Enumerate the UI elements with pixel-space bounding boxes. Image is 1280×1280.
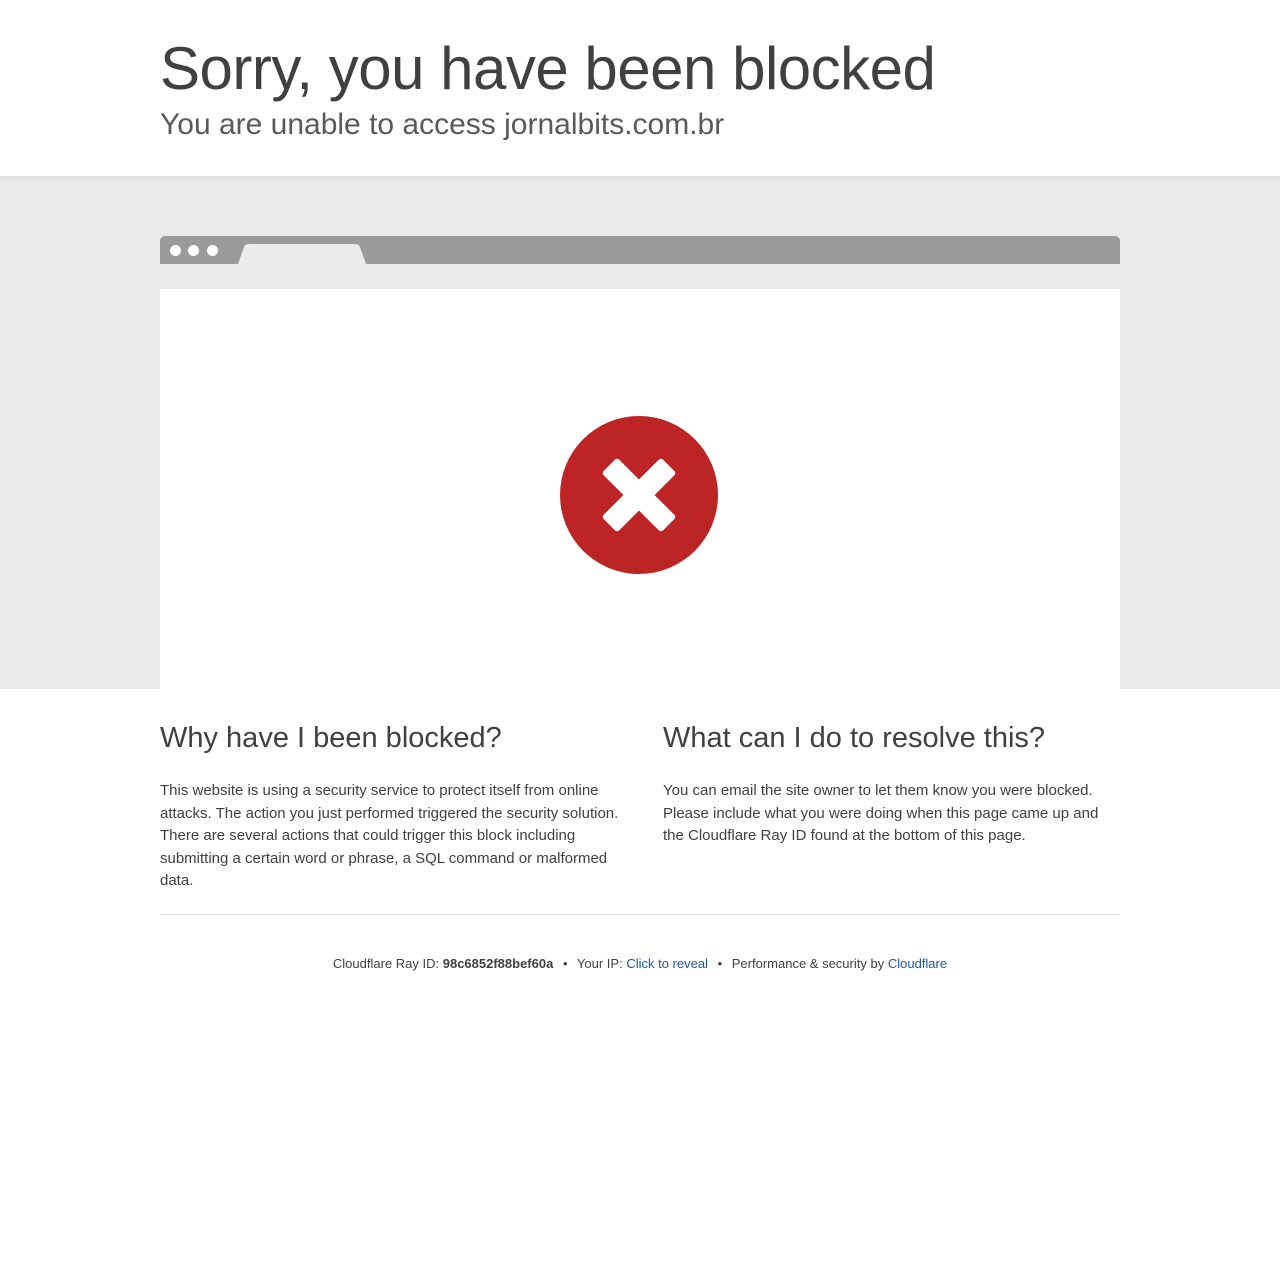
window-dot-icon bbox=[188, 245, 199, 256]
why-blocked-section: Why have I been blocked? This website is… bbox=[160, 718, 620, 893]
error-x-icon bbox=[560, 416, 718, 574]
resolve-text: You can email the site owner to let them… bbox=[663, 782, 1099, 844]
page-title: Sorry, you have been blocked bbox=[160, 35, 936, 102]
footer-separator: • bbox=[562, 956, 568, 971]
performance-label: Performance & security by bbox=[731, 956, 885, 971]
band-shadow bbox=[0, 176, 1280, 184]
ray-id-value: 98c6852f88bef60a bbox=[442, 956, 554, 971]
why-blocked-heading: Why have I been blocked? bbox=[160, 722, 502, 754]
page-header: Sorry, you have been blocked You are una… bbox=[0, 0, 1280, 176]
resolve-section: What can I do to resolve this? You can e… bbox=[663, 718, 1123, 848]
browser-window bbox=[160, 289, 1120, 689]
footer-separator: • bbox=[717, 956, 723, 971]
page-subtitle: You are unable to access jornalbits.com.… bbox=[160, 108, 725, 141]
why-blocked-text: This website is using a security service… bbox=[160, 782, 619, 889]
footer: Cloudflare Ray ID: 98c6852f88bef60a • Yo… bbox=[0, 956, 1280, 971]
browser-title-bar bbox=[160, 236, 1120, 264]
browser-tab-icon bbox=[238, 244, 366, 264]
window-dot-icon bbox=[207, 245, 218, 256]
cloudflare-link[interactable]: Cloudflare bbox=[888, 956, 947, 971]
window-dot-icon bbox=[170, 245, 181, 256]
ip-label: Your IP: bbox=[576, 956, 623, 971]
divider bbox=[160, 914, 1120, 915]
reveal-ip-link[interactable]: Click to reveal bbox=[626, 956, 708, 971]
resolve-heading: What can I do to resolve this? bbox=[663, 722, 1046, 754]
ray-id-label: Cloudflare Ray ID: bbox=[332, 956, 440, 971]
